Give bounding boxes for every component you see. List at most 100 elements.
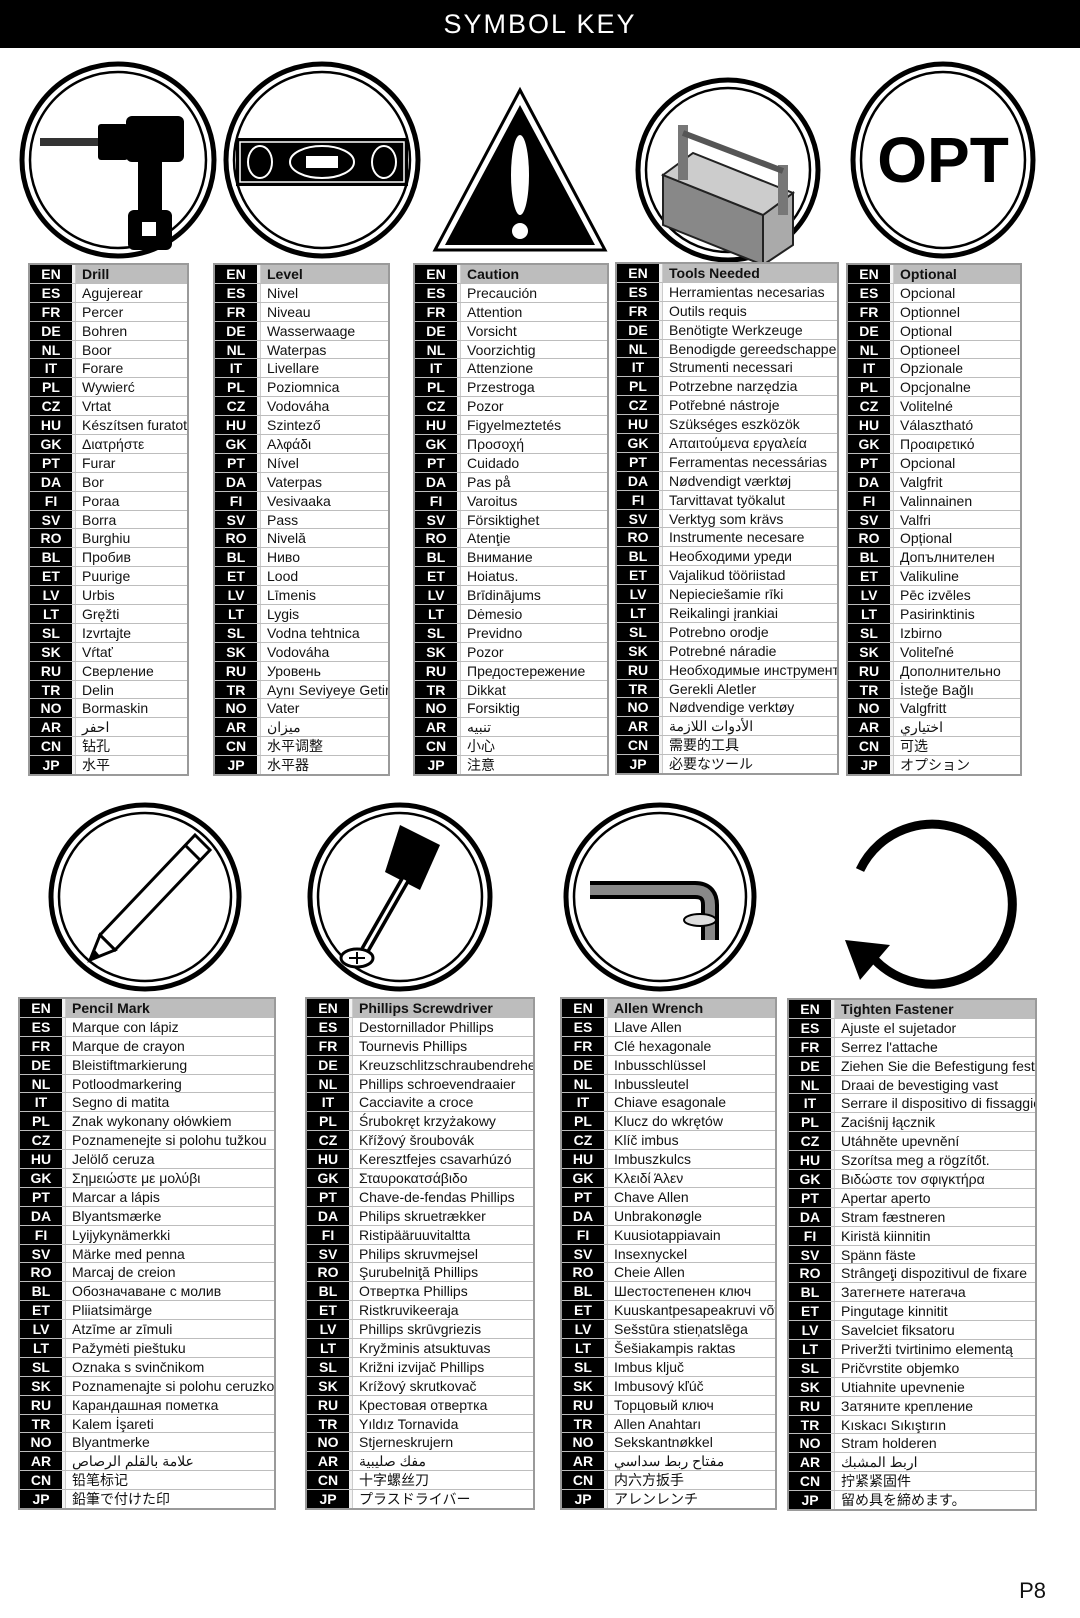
table-row: DE Bleistiftmarkierung [20,1055,274,1075]
language-code: CN [415,737,457,756]
translation: Nødvendigt værktøj [662,471,837,490]
translation: Stram holderen [834,1434,1035,1453]
translation: Forsiktig [460,699,607,718]
language-code: DA [617,471,659,490]
language-code: RU [562,1395,604,1414]
translation: Bohren [75,321,187,340]
translation: Boor [75,340,187,359]
translation: Marque de crayon [65,1036,274,1055]
table-row: IT Strumenti necessari [617,358,837,378]
translation: Savelciet fiksatoru [834,1321,1035,1340]
symbol-table-pencil-mark: EN Pencil Mark ES Marque con lápiz FR Marque … [18,997,276,1511]
translation: Nivel [260,283,388,302]
table-row: CN 内六方扳手 [562,1471,775,1491]
translation: Imbus ključ [607,1357,775,1376]
symbol-name: Tighten Fastener [834,1000,1035,1018]
table-row: FR Serrez l'attache [789,1037,1035,1057]
language-code: ES [617,282,659,301]
language-code: IT [20,1093,62,1112]
translation: Szintező [260,416,388,435]
table-row: DE Bohren [30,321,187,341]
language-code: FR [20,1036,62,1055]
language-code: BL [215,548,257,567]
language-code: TR [415,680,457,699]
translation: Strângeţi dispozitivul de fixare [834,1264,1035,1283]
translation: Предостережение [460,661,607,680]
language-code: JP [20,1490,62,1509]
table-row: IT Livellare [215,359,388,379]
language-code: RU [30,661,72,680]
translation: Необходими уреди [662,547,837,566]
language-code: FI [415,491,457,510]
translation: Κλειδί Άλεν [607,1169,775,1187]
translation: Opcional [893,283,1020,302]
table-row: SL Izbirno [848,623,1020,643]
symbol-table-tools-needed: EN Tools Needed ES Herramientas necesarias F… [615,262,839,776]
table-row: PT Nível [215,453,388,473]
symbol-table-allen-wrench: EN Allen Wrench ES Llave Allen FR Clé hexagon… [560,997,777,1511]
table-row: JP 水平 [30,756,187,775]
table-header-row: EN Drill [30,265,187,284]
table-row: NL Potloodmarkering [20,1074,274,1094]
translation: Potrebné náradie [662,641,837,660]
language-code: SV [307,1244,349,1263]
table-row: SV Försiktighet [415,510,607,530]
translation: Дополнительно [893,661,1020,680]
translation: Instrumente necesare [662,528,837,547]
table-row: SV Märke med penna [20,1244,274,1264]
table-row: GK Σημειώστε με μολύβι [20,1169,274,1188]
translation: Pas på [460,472,607,491]
translation: Līmenis [260,586,388,605]
language-code: FI [307,1225,349,1244]
translation: Допълнителен [893,548,1020,567]
language-code: BL [789,1283,831,1302]
table-row: JP 鉛筆で付けた印 [20,1490,274,1509]
language-code: RO [848,529,890,548]
table-row: DE Wasserwaage [215,321,388,341]
language-code: GK [415,435,457,453]
language-code: JP [30,756,72,775]
table-row: LV Nepieciešamie rīki [617,585,837,605]
translation: Lyijykynämerkki [65,1225,274,1244]
translation: Kuusiotappiavain [607,1225,775,1244]
translation: Borra [75,510,187,529]
table-row: GK Σταυροκατσάβιδο [307,1169,533,1188]
language-code: AR [215,718,257,737]
language-code: NL [848,340,890,359]
table-row: CN 拧紧紧固件 [789,1472,1035,1492]
language-code: NL [20,1074,62,1093]
translation: Vodováha [260,397,388,416]
translation: Jelölő ceruza [65,1150,274,1169]
language-code: PL [215,378,257,397]
language-code: ET [848,567,890,586]
table-row: BL Ниво [215,548,388,568]
table-row: ET Kuuskantpesapeakruvi võti [562,1301,775,1321]
language-code: NL [562,1074,604,1093]
language-code: DA [789,1207,831,1226]
table-row: FI Kuusiotappiavain [562,1225,775,1245]
translation: Vorsicht [460,321,607,340]
translation: Αλφάδι [260,435,388,453]
language-code: HU [20,1150,62,1169]
table-row: RO Instrumente necesare [617,528,837,548]
table-row: LV Savelciet fiksatoru [789,1321,1035,1341]
table-row: DA Pas på [415,472,607,492]
translation: Utiahnite upevnenie [834,1377,1035,1396]
language-code: RO [789,1264,831,1283]
language-code: RO [20,1263,62,1282]
language-code: ET [20,1301,62,1320]
table-row: RO Şurubelniţă Phillips [307,1263,533,1283]
language-code: PL [307,1112,349,1131]
language-code: BL [562,1282,604,1301]
translation: Lood [260,567,388,586]
translation: علامة بالقلم الرصاص [65,1452,274,1471]
translation: Tarvittavat työkalut [662,490,837,509]
language-code: CZ [562,1131,604,1150]
language-code: PT [307,1187,349,1206]
symbol-table-tighten-fastener: EN Tighten Fastener ES Ajuste el sujetador F… [787,998,1037,1512]
language-code: FI [617,490,659,509]
table-row: ET Pingutage kinnitit [789,1302,1035,1322]
translation: Potrebno orodje [662,622,837,641]
translation: İsteğe Bağlı [893,680,1020,699]
language-code: IT [789,1094,831,1113]
